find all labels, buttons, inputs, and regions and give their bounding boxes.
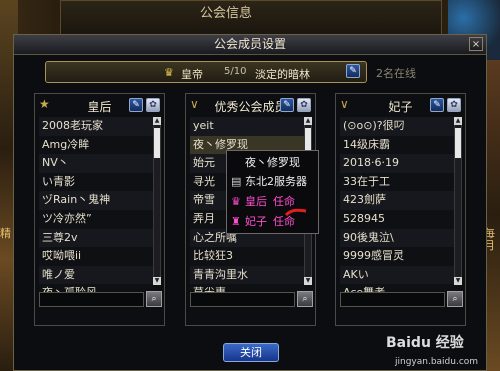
list-item[interactable]: ツ冷亦然”: [39, 209, 154, 229]
search-input[interactable]: [39, 292, 144, 307]
window-titlebar: 公会成员设置 ×: [14, 35, 486, 55]
panel-header: ∨ 优秀公会成员 ✎ ✿: [186, 94, 315, 116]
list-item[interactable]: 哎呦喂ii: [39, 247, 154, 266]
search-icon[interactable]: ⌕: [447, 291, 463, 307]
search-input[interactable]: [190, 292, 295, 307]
scene-left-text: 精: [0, 227, 11, 240]
list-item[interactable]: 2008老玩家: [39, 117, 154, 136]
leader-name: 淡定的暗林: [255, 68, 310, 81]
member-context-menu: 夜丶修罗现 ▤ 东北2服务器 ♛ 皇后 任命 ♜ 妃子 任命: [226, 150, 319, 234]
list-item[interactable]: 14级床霸: [340, 135, 455, 155]
online-count-behind: 2名在线: [376, 67, 416, 80]
scroll-thumb[interactable]: [455, 128, 461, 158]
search-input[interactable]: [340, 292, 445, 307]
settings-gear-icon[interactable]: ✿: [447, 98, 461, 112]
panel-title: 妃子: [388, 100, 413, 114]
list-item[interactable]: 比较狂3: [190, 247, 305, 266]
close-button[interactable]: 关闭: [223, 343, 279, 362]
scroll-down-icon[interactable]: ▼: [153, 277, 161, 285]
panel-consort: ∨ 妃子 ✎ ✿ (⊙o⊙)?很叼 14级床霸 2018·6·19 33在于工 …: [335, 93, 466, 326]
member-list: 2008老玩家 Amg冷眸 NV丶 い青影 ヅRain丶鬼神 ツ冷亦然” 三尊2…: [39, 117, 154, 303]
settings-gear-icon[interactable]: ✿: [297, 98, 311, 112]
list-item[interactable]: 90後鬼泣\: [340, 228, 455, 248]
scroll-up-icon[interactable]: ▲: [454, 117, 462, 125]
panel-header: ∨ 妃子 ✎ ✿: [336, 94, 465, 116]
list-item[interactable]: yeit: [190, 117, 305, 136]
server-icon: ▤: [231, 175, 242, 188]
scroll-thumb[interactable]: [154, 128, 160, 158]
list-item[interactable]: ヅRain丶鬼神: [39, 191, 154, 210]
panel-header: ★ 皇后 ✎ ✿: [35, 94, 164, 116]
watermark-url: jingyan.baidu.com: [395, 357, 479, 367]
list-item[interactable]: い青影: [39, 172, 154, 192]
guild-info-title: 公会信息: [200, 6, 253, 21]
member-list: (⊙o⊙)?很叼 14级床霸 2018·6·19 33在于工 423劍萨 528…: [340, 117, 455, 303]
window-title: 公会成员设置: [213, 37, 286, 51]
crown-icon: ♛: [164, 66, 174, 79]
list-item[interactable]: 三尊2v: [39, 228, 154, 248]
list-item[interactable]: 青青沟里水: [190, 265, 305, 285]
list-item[interactable]: 9999感冒灵: [340, 247, 455, 266]
search-icon[interactable]: ⌕: [297, 291, 313, 307]
list-item[interactable]: 33在于工: [340, 172, 455, 192]
person-icon: ♜: [231, 215, 241, 228]
list-item[interactable]: 2018·6·19: [340, 154, 455, 173]
context-menu-server[interactable]: ▤ 东北2服务器: [231, 173, 307, 189]
context-menu-header: 夜丶修罗现: [245, 156, 300, 169]
scrollbar[interactable]: ▲ ▼: [454, 117, 462, 285]
panel-queen: ★ 皇后 ✎ ✿ 2008老玩家 Amg冷眸 NV丶 い青影 ヅRain丶鬼神 …: [34, 93, 165, 326]
list-item[interactable]: 唯ノ爱: [39, 265, 154, 285]
list-item[interactable]: 423劍萨: [340, 191, 455, 210]
crown-icon: ♛: [231, 195, 241, 208]
scroll-down-icon[interactable]: ▼: [454, 277, 462, 285]
list-item[interactable]: AKい: [340, 265, 455, 285]
leader-role: 皇帝: [181, 68, 203, 81]
search-icon[interactable]: ⌕: [146, 291, 162, 307]
panel-title: 皇后: [87, 100, 112, 114]
leader-edit-button[interactable]: ✎: [346, 64, 360, 78]
watermark-brand: Baidu 经验: [386, 335, 464, 351]
list-item[interactable]: (⊙o⊙)?很叼: [340, 117, 455, 136]
close-icon[interactable]: ×: [469, 37, 483, 51]
edit-button[interactable]: ✎: [280, 98, 294, 112]
red-annotation-mark: [284, 208, 307, 217]
scroll-up-icon[interactable]: ▲: [153, 117, 161, 125]
scroll-up-icon[interactable]: ▲: [304, 117, 312, 125]
list-item[interactable]: NV丶: [39, 154, 154, 173]
edit-button[interactable]: ✎: [129, 98, 143, 112]
panel-title: 优秀公会成员: [214, 100, 287, 114]
list-item[interactable]: 528945: [340, 209, 455, 229]
list-item[interactable]: Amg冷眸: [39, 135, 154, 155]
scroll-down-icon[interactable]: ▼: [304, 277, 312, 285]
guild-leader-bar: ♛ 皇帝 5/10 淡定的暗林 ✎: [45, 61, 367, 83]
leader-count: 5/10: [224, 66, 247, 77]
settings-gear-icon[interactable]: ✿: [146, 98, 160, 112]
scrollbar[interactable]: ▲ ▼: [153, 117, 161, 285]
edit-button[interactable]: ✎: [430, 98, 444, 112]
